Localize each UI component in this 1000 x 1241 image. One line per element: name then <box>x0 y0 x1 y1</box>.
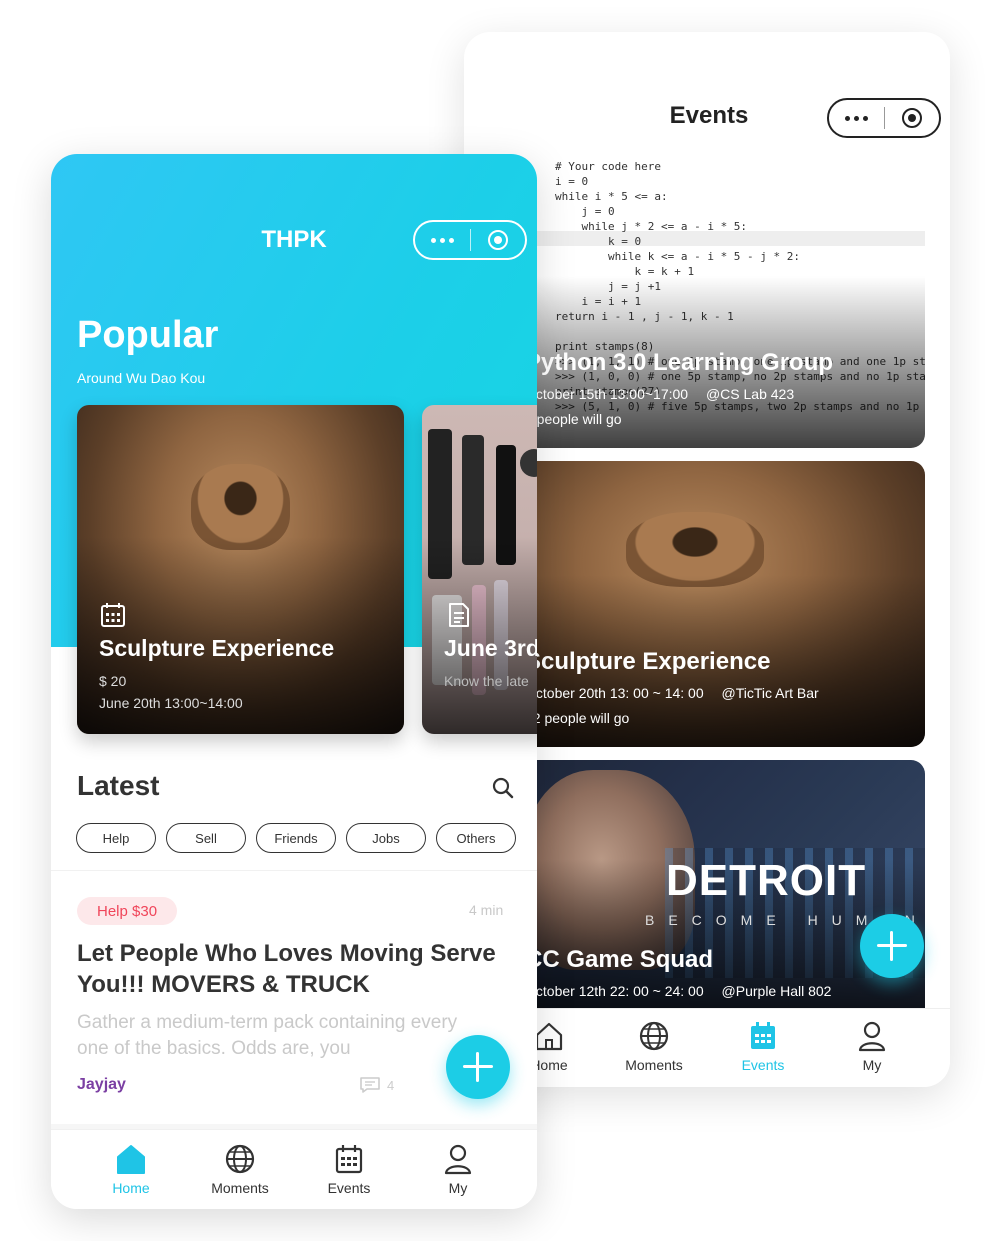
tab-events[interactable]: Events <box>304 1142 394 1196</box>
popular-subheading: Around Wu Dao Kou <box>77 370 206 386</box>
post-category-badge: Help $30 <box>77 897 178 925</box>
post-body: Gather a medium-term pack containing eve… <box>77 1012 458 1059</box>
calendar-icon <box>751 1022 775 1049</box>
popular-heading: Popular <box>77 314 219 356</box>
event-going-count: 12 people will go <box>525 710 630 726</box>
tab-label: My <box>448 1180 468 1196</box>
event-title: Python 3.0 Learning Group <box>525 349 834 376</box>
close-mini-program-button[interactable] <box>885 100 940 136</box>
tab-moments[interactable]: Moments <box>195 1142 285 1196</box>
plus-icon <box>877 931 907 961</box>
target-icon <box>901 108 922 128</box>
event-time: October 12th 22: 00 ~ 24: 00 <box>525 983 704 999</box>
home-icon <box>535 1022 563 1051</box>
card-title: Sculpture Experience <box>99 635 335 661</box>
home-icon <box>117 1145 145 1174</box>
stage: Events # Your code here i = 0 while i * … <box>0 0 1000 1241</box>
tab-events[interactable]: Events <box>718 1019 808 1073</box>
tab-home[interactable]: Home <box>86 1142 176 1196</box>
user-icon <box>858 1021 886 1052</box>
popular-card-sculpture[interactable]: Sculpture Experience $ 20 June 20th 13:0… <box>77 405 404 734</box>
event-place: @TicTic Art Bar <box>721 685 819 701</box>
poster-logo-text: DETROIT <box>666 856 867 905</box>
filter-chip-others[interactable]: Others <box>436 823 516 853</box>
home-phone: THPK Popular Around Wu Dao Kou Sculpture… <box>51 154 537 1209</box>
card-time: June 20th 13:00~14:00 <box>99 695 243 711</box>
event-time: October 15th 13:00~17:00 <box>525 386 689 402</box>
event-place: @CS Lab 423 <box>705 386 795 402</box>
document-icon <box>449 603 469 627</box>
close-mini-program-button[interactable] <box>471 222 526 258</box>
event-meta: October 12th 22: 00 ~ 24: 00 @Purple Hal… <box>525 983 831 999</box>
filter-chip-help[interactable]: Help <box>76 823 156 853</box>
comment-icon <box>360 1077 380 1093</box>
event-time: October 20th 13: 00 ~ 14: 00 <box>525 685 704 701</box>
filter-chip-sell[interactable]: Sell <box>166 823 246 853</box>
more-menu-button[interactable] <box>829 100 884 136</box>
user-icon <box>444 1144 472 1175</box>
more-menu-button[interactable] <box>415 222 470 258</box>
tab-label: My <box>862 1057 882 1073</box>
globe-icon <box>225 1144 255 1174</box>
popular-card-june[interactable]: June 3rd Know the late <box>422 405 537 734</box>
tab-my[interactable]: My <box>413 1142 503 1196</box>
event-meta: October 20th 13: 00 ~ 14: 00 @TicTic Art… <box>525 685 819 701</box>
tab-my[interactable]: My <box>827 1019 917 1073</box>
add-event-button[interactable] <box>860 914 924 978</box>
plus-icon <box>463 1052 493 1082</box>
tab-moments[interactable]: Moments <box>609 1019 699 1073</box>
tab-label: Events <box>327 1180 371 1196</box>
mini-program-capsule <box>827 98 941 138</box>
post-comments[interactable]: 4 <box>359 1076 394 1094</box>
event-title: Sculpture Experience <box>525 648 771 675</box>
latest-heading: Latest <box>77 770 160 801</box>
home-tab-bar: Home Moments Events My <box>51 1129 537 1209</box>
post-author[interactable]: Jayjay <box>77 1076 126 1094</box>
globe-icon <box>639 1021 669 1051</box>
more-dots-icon <box>430 237 454 243</box>
event-title: CC Game Squad <box>525 946 714 973</box>
event-going-count: 8 people will go <box>525 411 622 427</box>
post-title[interactable]: Let People Who Loves Moving Serve You!!!… <box>77 938 497 1000</box>
filter-chips: Help Sell Friends Jobs Others <box>76 823 516 853</box>
mini-program-capsule <box>413 220 527 260</box>
event-meta: October 15th 13:00~17:00 @CS Lab 423 <box>525 386 794 402</box>
filter-chip-friends[interactable]: Friends <box>256 823 336 853</box>
comment-count: 4 <box>387 1077 395 1093</box>
filter-chip-jobs[interactable]: Jobs <box>346 823 426 853</box>
card-price: $ 20 <box>99 673 127 689</box>
tab-label: Home <box>112 1180 150 1196</box>
tab-label: Moments <box>625 1057 683 1073</box>
add-post-button[interactable] <box>446 1035 510 1099</box>
card-subtitle: Know the late <box>444 673 529 689</box>
post-time: 4 min <box>469 902 504 918</box>
event-place: @Purple Hall 802 <box>721 983 832 999</box>
target-icon <box>487 230 508 250</box>
search-icon[interactable] <box>491 776 515 800</box>
tab-label: Moments <box>211 1180 269 1196</box>
card-title: June 3rd <box>444 635 537 661</box>
calendar-icon <box>101 603 125 627</box>
calendar-icon <box>335 1145 363 1174</box>
tab-label: Events <box>741 1057 785 1073</box>
more-dots-icon <box>844 115 868 121</box>
